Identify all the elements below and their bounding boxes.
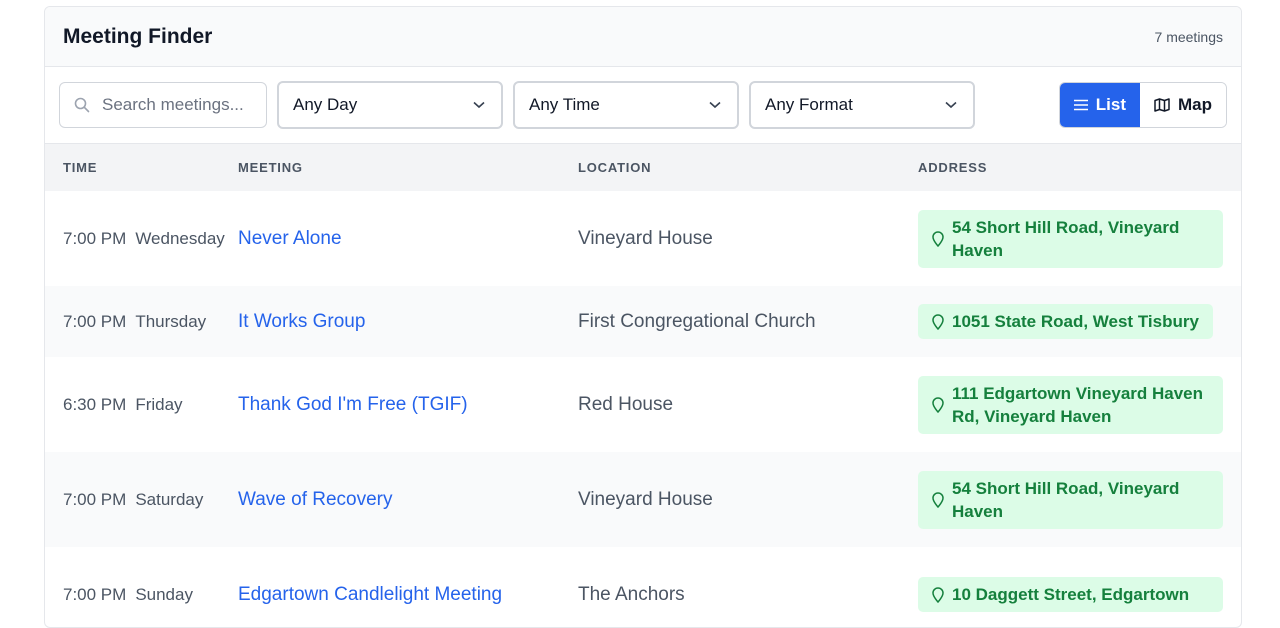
format-select[interactable]: Any Format: [749, 81, 975, 129]
panel-header: Meeting Finder 7 meetings: [45, 7, 1241, 67]
table-row: 7:00 PM Saturday Wave of Recovery Vineyar…: [45, 452, 1241, 547]
meeting-location: The Anchors: [578, 583, 685, 605]
address-text: 1051 State Road, West Tisbury: [952, 312, 1199, 331]
meeting-location: Red House: [578, 393, 674, 415]
meeting-finder-panel: Meeting Finder 7 meetings Any Day Any Ti…: [44, 6, 1242, 628]
table-row: 7:00 PM Wednesday Never Alone Vineyard Ho…: [45, 191, 1241, 286]
address-badge[interactable]: 54 Short Hill Road, Vineyard Haven: [918, 470, 1223, 529]
table-row: 7:00 PM Sunday Edgartown Candlelight Meet…: [45, 547, 1241, 627]
meeting-link[interactable]: Edgartown Candlelight Meeting: [238, 584, 502, 605]
meeting-count: 7 meetings: [1154, 28, 1223, 45]
day-value: Saturday: [135, 489, 204, 509]
list-view-label: List: [1095, 95, 1126, 114]
header-location: LOCATION: [578, 160, 652, 175]
map-pin-icon: [932, 230, 944, 247]
table-row: 6:30 PM Friday Thank God I'm Free (TGIF) …: [45, 357, 1241, 452]
time-value: 6:30 PM: [63, 394, 127, 414]
map-view-label: Map: [1178, 95, 1212, 114]
page-title: Meeting Finder: [63, 24, 213, 48]
address-text: 54 Short Hill Road, Vineyard Haven: [952, 478, 1180, 521]
search-icon: [74, 97, 90, 113]
day-select-value: Any Day: [293, 95, 358, 114]
day-value: Sunday: [135, 584, 193, 604]
day-value: Wednesday: [135, 228, 225, 248]
search-box[interactable]: [59, 82, 267, 128]
meeting-time: 7:00 PM Sunday: [45, 547, 238, 627]
meeting-time: 7:00 PM Saturday: [45, 452, 238, 547]
meeting-time: 7:00 PM Wednesday: [45, 191, 238, 286]
format-select-value: Any Format: [765, 95, 853, 114]
filter-toolbar: Any Day Any Time Any Format List: [45, 67, 1241, 144]
time-select[interactable]: Any Time: [513, 81, 739, 129]
address-text: 54 Short Hill Road, Vineyard Haven: [952, 217, 1180, 260]
day-value: Friday: [135, 394, 183, 414]
meetings-table: TIME MEETING LOCATION ADDRESS 7:00 PM Wed…: [45, 144, 1241, 627]
time-value: 7:00 PM: [63, 584, 127, 604]
address-badge[interactable]: 1051 State Road, West Tisbury: [918, 304, 1213, 339]
chevron-down-icon: [473, 101, 485, 109]
list-view-button[interactable]: List: [1059, 83, 1140, 127]
map-pin-icon: [932, 491, 944, 508]
address-text: 111 Edgartown Vineyard Haven Rd, Vineyar…: [952, 383, 1204, 426]
table-header-row: TIME MEETING LOCATION ADDRESS: [45, 144, 1241, 191]
map-view-button[interactable]: Map: [1140, 83, 1226, 127]
day-select[interactable]: Any Day: [277, 81, 503, 129]
meeting-link[interactable]: Thank God I'm Free (TGIF): [238, 394, 468, 415]
time-value: 7:00 PM: [63, 489, 127, 509]
time-value: 7:00 PM: [63, 228, 127, 248]
time-value: 7:00 PM: [63, 311, 127, 331]
meeting-time: 6:30 PM Friday: [45, 357, 238, 452]
chevron-down-icon: [709, 101, 721, 109]
time-select-value: Any Time: [529, 95, 600, 114]
meeting-link[interactable]: Never Alone: [238, 228, 342, 249]
map-pin-icon: [932, 586, 944, 603]
address-text: 10 Daggett Street, Edgartown: [952, 585, 1190, 604]
address-badge[interactable]: 54 Short Hill Road, Vineyard Haven: [918, 209, 1223, 268]
meeting-location: First Congregational Church: [578, 310, 816, 332]
map-icon: [1154, 98, 1170, 112]
view-toggle: List Map: [1058, 82, 1227, 128]
header-address: ADDRESS: [918, 160, 988, 175]
table-row: 7:00 PM Thursday It Works Group First Con…: [45, 286, 1241, 357]
header-meeting: MEETING: [238, 160, 303, 175]
list-icon: [1073, 99, 1088, 111]
header-time: TIME: [63, 160, 98, 175]
meeting-link[interactable]: Wave of Recovery: [238, 489, 393, 510]
meeting-location: Vineyard House: [578, 227, 713, 249]
map-pin-icon: [932, 396, 944, 413]
address-badge[interactable]: 10 Daggett Street, Edgartown: [918, 577, 1223, 612]
meeting-link[interactable]: It Works Group: [238, 311, 365, 332]
map-pin-icon: [932, 313, 944, 330]
address-badge[interactable]: 111 Edgartown Vineyard Haven Rd, Vineyar…: [918, 375, 1223, 434]
meeting-location: Vineyard House: [578, 488, 713, 510]
meeting-time: 7:00 PM Thursday: [45, 286, 238, 357]
search-input[interactable]: [100, 94, 254, 116]
day-value: Thursday: [135, 311, 207, 331]
chevron-down-icon: [945, 101, 957, 109]
